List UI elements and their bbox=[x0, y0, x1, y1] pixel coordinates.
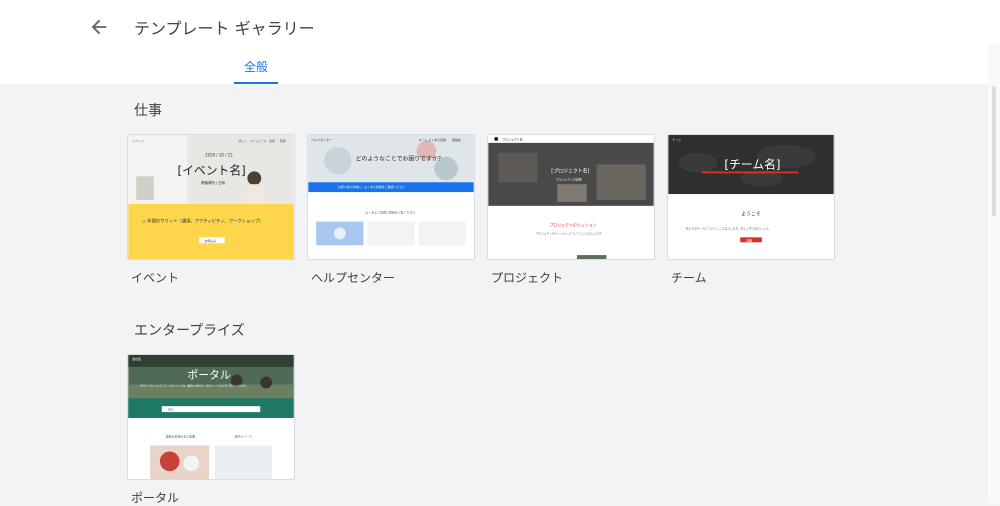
project-title: [プロジェクト名] bbox=[551, 167, 589, 174]
help-nav-item: ホーム bbox=[419, 137, 428, 142]
portal-subtitle: 社内ポータルへようこそ。このサイトでは、最新のお知らせ、社内リソースなどをご覧い… bbox=[140, 383, 248, 387]
team-welcome: ようこそ bbox=[741, 211, 761, 218]
tab-label: 全般 bbox=[243, 60, 268, 74]
portal-col1: 最新のお知らせと記事 bbox=[166, 434, 195, 439]
portal-template-preview: 会社名 ポータル 社内ポータルへようこそ。このサイトでは、最新のお知らせ、社内リ… bbox=[128, 355, 294, 479]
help-nav-item: 連絡先 bbox=[452, 137, 461, 142]
template-card-help-center[interactable]: ヘルプセンター ホーム よくある質問 連絡先 どのようなことでお困りですか？ お… bbox=[307, 134, 475, 260]
event-template-preview: イベント 詳しく スケジュール 会場 登録 2020 / 10 / 15 [イベ… bbox=[128, 135, 294, 259]
help-center-template-preview: ヘルプセンター ホーム よくある質問 連絡先 どのようなことでお困りですか？ お… bbox=[308, 135, 474, 246]
template-card-team[interactable]: チーム [チーム名] ようこそ 私たちのチームについてここに記入します。詳しく見… bbox=[667, 134, 835, 260]
help-nav-item: よくある質問 bbox=[428, 137, 446, 142]
top-bar: テンプレート ギャラリー 全般 bbox=[0, 0, 1000, 84]
team-button: 詳細 bbox=[746, 237, 752, 242]
team-template-preview: チーム [チーム名] ようこそ 私たちのチームについてここに記入します。詳しく見… bbox=[668, 135, 834, 242]
arrow-back-icon bbox=[91, 19, 107, 35]
project-nav-left: プロジェクト名 bbox=[502, 136, 523, 141]
event-nav-item: スケジュール bbox=[249, 138, 266, 143]
tab-general[interactable]: 全般 bbox=[234, 58, 278, 84]
template-label-project[interactable]: プロジェクト bbox=[491, 269, 563, 286]
event-nav-item: 会場 bbox=[269, 138, 275, 143]
help-banner: お問い合わせ前に、よくある質問をご確認ください bbox=[338, 184, 406, 189]
event-nav-item: 詳しく bbox=[239, 138, 248, 143]
project-template-preview: プロジェクト名 [プロジェクト名] プロジェクトの説明 プロジェクトのミッション… bbox=[488, 135, 654, 259]
portal-nav-left: 会社名 bbox=[132, 356, 141, 361]
event-summary: ○ 年間のサミット（講演、アクティビティ、ワークショップ） bbox=[142, 218, 263, 225]
portal-title: ポータル bbox=[187, 369, 230, 382]
template-label-portal[interactable]: ポータル bbox=[131, 489, 179, 506]
scrollbar-thumb[interactable] bbox=[992, 86, 996, 216]
portal-col2: 社内リソース bbox=[235, 434, 253, 439]
template-label-event[interactable]: イベント bbox=[131, 269, 179, 286]
tab-indicator bbox=[234, 82, 278, 84]
help-headline: どのようなことでお困りですか？ bbox=[356, 155, 444, 163]
event-nav-left: イベント bbox=[132, 139, 144, 143]
project-mission-heading: プロジェクトのミッション bbox=[549, 223, 596, 228]
portal-search-placeholder: 検索 bbox=[168, 407, 174, 412]
event-subtitle: 開催場所 | 日時 bbox=[201, 180, 226, 185]
team-nav-left: チーム bbox=[672, 137, 681, 142]
project-mission-text: プロジェクトのミッションについてここに記入します bbox=[536, 231, 602, 235]
project-subtitle: プロジェクトの説明 bbox=[555, 176, 582, 181]
event-date: 2020 / 10 / 15 bbox=[205, 153, 233, 158]
template-card-event[interactable]: イベント 詳しく スケジュール 会場 登録 2020 / 10 / 15 [イベ… bbox=[127, 134, 295, 260]
template-label-team[interactable]: チーム bbox=[671, 269, 707, 286]
template-card-project[interactable]: プロジェクト名 [プロジェクト名] プロジェクトの説明 プロジェクトのミッション… bbox=[487, 134, 655, 260]
scrollbar[interactable] bbox=[988, 44, 1000, 503]
page-title: テンプレート ギャラリー bbox=[134, 19, 315, 38]
event-nav-item: 登録 bbox=[280, 138, 286, 143]
section-title-work: 仕事 bbox=[134, 103, 162, 119]
help-list-heading: よくあるご質問と回答をご覧ください bbox=[365, 210, 415, 215]
section-title-enterprise: エンタープライズ bbox=[134, 323, 245, 339]
help-nav-left: ヘルプセンター bbox=[311, 137, 332, 142]
team-text: 私たちのチームについてここに記入します。詳しく見てみましょう。 bbox=[686, 226, 771, 230]
event-title: [イベント名] bbox=[178, 163, 246, 177]
team-title: [チーム名] bbox=[724, 157, 780, 171]
back-button[interactable] bbox=[88, 16, 110, 38]
event-button: お申込み bbox=[204, 238, 216, 243]
template-label-help-center[interactable]: ヘルプセンター bbox=[311, 269, 395, 286]
template-card-portal[interactable]: 会社名 ポータル 社内ポータルへようこそ。このサイトでは、最新のお知らせ、社内リ… bbox=[127, 354, 295, 480]
